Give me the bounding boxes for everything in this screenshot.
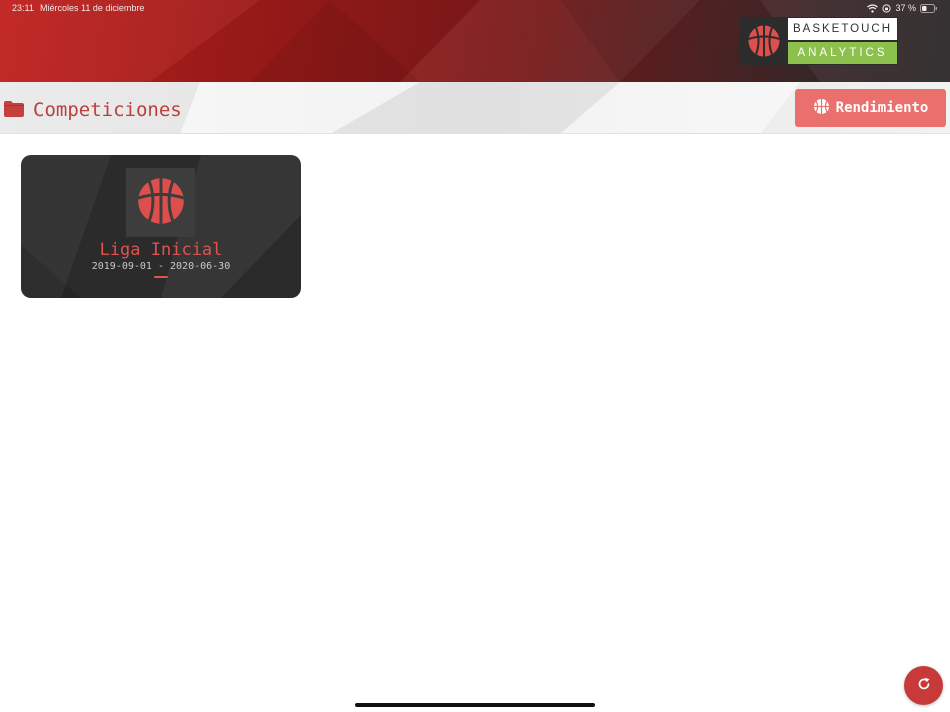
battery-icon [920,3,938,13]
competition-dates: 2019-09-01 - 2020-06-30 [91,261,231,272]
brand-name: BASKETOUCH [788,18,897,40]
page-title: Competiciones [33,99,182,121]
card-indicator [154,276,168,278]
refresh-button[interactable] [904,666,943,705]
brand-logo: BASKETOUCH ANALYTICS [740,17,898,65]
brand-tagline: ANALYTICS [788,41,897,64]
brand-wordmark: BASKETOUCH ANALYTICS [788,17,898,65]
basketball-icon [813,98,830,119]
status-date: Miércoles 11 de diciembre [40,3,145,13]
folder-icon [4,101,24,121]
orientation-lock-icon [882,3,892,13]
home-indicator [355,703,595,707]
app-header: 23:11 Miércoles 11 de diciembre 37 % BAS… [0,0,950,82]
competition-logo [126,168,195,237]
status-indicators: 37 % [867,3,938,13]
basketball-icon [136,176,186,230]
performance-button[interactable]: Rendimiento [795,89,946,127]
status-bar: 23:11 Miércoles 11 de diciembre 37 % [0,0,950,18]
basketball-icon [740,17,788,65]
performance-button-label: Rendimiento [835,100,929,116]
status-time: 23:11 [12,3,34,13]
competition-name: Liga Inicial [99,240,223,260]
battery-percentage: 37 % [895,3,916,13]
competition-card[interactable]: Liga Inicial 2019-09-01 - 2020-06-30 [21,155,301,298]
refresh-icon [917,676,931,695]
wifi-icon [867,3,879,13]
